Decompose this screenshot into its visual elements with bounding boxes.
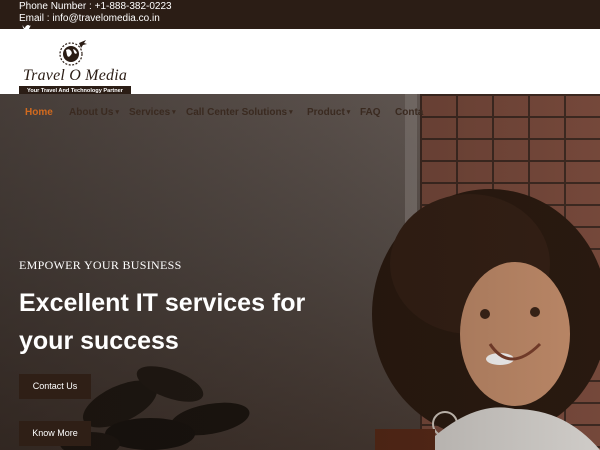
phone-label: Phone Number : (19, 1, 92, 12)
chevron-down-icon: ▾ (346, 109, 351, 116)
email-label: Email : (19, 13, 50, 24)
logo-brand-name: Travel O Media (22, 67, 128, 84)
hero-eyebrow: EMPOWER YOUR BUSINESS (19, 258, 182, 272)
nav-label: Home (25, 107, 53, 118)
site-header: Travel O Media Your Travel And Technolog… (0, 29, 600, 96)
nav-faq[interactable]: FAQ (360, 105, 381, 121)
nav-about-us[interactable]: About Us ▾ (69, 105, 119, 121)
headline-line-1: Excellent IT services for (19, 289, 306, 317)
nav-label: FAQ (360, 107, 381, 118)
site-logo[interactable]: Travel O Media Your Travel And Technolog… (18, 38, 132, 98)
email-link[interactable]: info@travelomedia.co.in (52, 13, 159, 24)
nav-contact[interactable]: Conta (395, 105, 423, 121)
hero-headline: Excellent IT services for your success (19, 284, 379, 360)
headline-line-2: your success (19, 327, 179, 355)
phone-link[interactable]: +1-888-382-0223 (95, 1, 172, 12)
know-more-button[interactable]: Know More (19, 421, 91, 446)
nav-label: Conta (395, 107, 424, 118)
nav-home[interactable]: Home (25, 105, 53, 121)
chevron-down-icon: ▾ (115, 109, 119, 116)
nav-label: About Us (69, 107, 114, 118)
chevron-down-icon: ▾ (172, 109, 176, 116)
nav-label: Call Center Solutions (186, 107, 288, 118)
nav-product[interactable]: Product ▾ (307, 105, 350, 121)
chevron-down-icon: ▾ (289, 109, 293, 116)
email-line: Email : info@travelomedia.co.in (19, 12, 160, 25)
contact-us-button[interactable]: Contact Us (19, 374, 91, 399)
nav-services[interactable]: Services ▾ (129, 105, 176, 121)
nav-label: Product (307, 107, 345, 118)
globe-plane-icon (58, 38, 88, 68)
top-contact-bar: Phone Number : +1-888-382-0223 Email : i… (0, 0, 600, 29)
nav-call-center-solutions[interactable]: Call Center Solutions ▾ (186, 105, 293, 121)
nav-label: Services (129, 107, 171, 118)
